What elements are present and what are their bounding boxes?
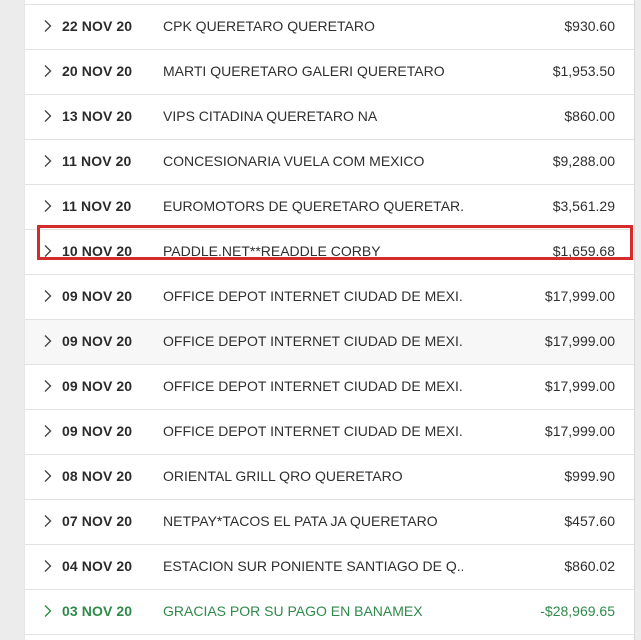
transaction-description: PADDLE.NET**READDLE CORBY	[163, 243, 381, 259]
transaction-description: GRACIAS POR SU PAGO EN BANAMEX	[163, 603, 423, 619]
transaction-date: 09 NOV 20	[62, 288, 133, 304]
transaction-row[interactable]: 03 NOV 20 GRACIAS POR SU PAGO EN BANAMEX…	[25, 590, 634, 635]
transaction-date: 09 NOV 20	[62, 423, 133, 439]
transaction-amount: $999.90	[564, 468, 615, 484]
transaction-description: VIPS CITADINA QUERETARO NA	[163, 108, 378, 124]
transaction-amount: $17,999.00	[544, 288, 615, 304]
transaction-amount: $1,953.50	[552, 63, 615, 79]
transaction-date: 03 NOV 20	[62, 603, 133, 619]
transaction-amount: $17,999.00	[544, 333, 615, 349]
transaction-date: 13 NOV 20	[62, 108, 133, 124]
transaction-description: OFFICE DEPOT INTERNET CIUDAD DE MEXI...	[163, 423, 463, 439]
transaction-row[interactable]: 22 NOV 20 CPK QUERETARO QUERETARO $930.6…	[25, 5, 634, 50]
transaction-description: EUROMOTORS DE QUERETARO QUERETAR...	[163, 198, 463, 214]
transaction-row[interactable]: 11 NOV 20 CONCESIONARIA VUELA COM MEXICO…	[25, 140, 634, 185]
transaction-amount: $17,999.00	[544, 378, 615, 394]
chevron-right-icon[interactable]	[43, 64, 53, 78]
transaction-date: 07 NOV 20	[62, 513, 133, 529]
transaction-date: 09 NOV 20	[62, 333, 133, 349]
transaction-row[interactable]: 13 NOV 20 VIPS CITADINA QUERETARO NA $86…	[25, 95, 634, 140]
transaction-description: ESTACION SUR PONIENTE SANTIAGO DE Q...	[163, 558, 463, 574]
chevron-right-icon[interactable]	[43, 559, 53, 573]
transaction-amount: $1,659.68	[552, 243, 615, 259]
chevron-right-icon[interactable]	[43, 289, 53, 303]
transaction-row[interactable]: 09 NOV 20 OFFICE DEPOT INTERNET CIUDAD D…	[25, 410, 634, 455]
chevron-right-icon[interactable]	[43, 379, 53, 393]
transaction-description: ORIENTAL GRILL QRO QUERETARO	[163, 468, 403, 484]
chevron-right-icon[interactable]	[43, 469, 53, 483]
transaction-row[interactable]: 09 NOV 20 OFFICE DEPOT INTERNET CIUDAD D…	[25, 320, 634, 365]
transaction-amount: $457.60	[564, 513, 615, 529]
transaction-date: 22 NOV 20	[62, 18, 133, 34]
transaction-date: 11 NOV 20	[62, 153, 132, 169]
transaction-amount: $3,561.29	[552, 198, 615, 214]
transaction-row[interactable]: 09 NOV 20 OFFICE DEPOT INTERNET CIUDAD D…	[25, 365, 634, 410]
chevron-right-icon[interactable]	[43, 199, 53, 213]
chevron-right-icon[interactable]	[43, 19, 53, 33]
transaction-row[interactable]: 11 NOV 20 EUROMOTORS DE QUERETARO QUERET…	[25, 185, 634, 230]
transaction-amount: $860.00	[564, 108, 615, 124]
transactions-list: 22 NOV 20 CPK QUERETARO QUERETARO $930.6…	[25, 5, 634, 635]
transaction-date: 11 NOV 20	[62, 198, 132, 214]
transaction-description: OFFICE DEPOT INTERNET CIUDAD DE MEXI...	[163, 333, 463, 349]
chevron-right-icon[interactable]	[43, 109, 53, 123]
transaction-date: 04 NOV 20	[62, 558, 133, 574]
transaction-date: 08 NOV 20	[62, 468, 133, 484]
chevron-right-icon[interactable]	[43, 154, 53, 168]
transactions-panel: 22 NOV 20 CPK QUERETARO QUERETARO $930.6…	[24, 0, 635, 640]
transaction-description: NETPAY*TACOS EL PATA JA QUERETARO	[163, 513, 438, 529]
transaction-description: CONCESIONARIA VUELA COM MEXICO	[163, 153, 425, 169]
transaction-amount: $17,999.00	[544, 423, 615, 439]
transaction-date: 09 NOV 20	[62, 378, 133, 394]
transactions-page: 22 NOV 20 CPK QUERETARO QUERETARO $930.6…	[0, 0, 641, 640]
transaction-row[interactable]: 20 NOV 20 MARTI QUERETARO GALERI QUERETA…	[25, 50, 634, 95]
transaction-row[interactable]: 04 NOV 20 ESTACION SUR PONIENTE SANTIAGO…	[25, 545, 634, 590]
transaction-amount: $860.02	[564, 558, 615, 574]
transaction-description: OFFICE DEPOT INTERNET CIUDAD DE MEXI...	[163, 288, 463, 304]
chevron-right-icon[interactable]	[43, 424, 53, 438]
chevron-right-icon[interactable]	[43, 244, 53, 258]
transaction-description: MARTI QUERETARO GALERI QUERETARO	[163, 63, 445, 79]
chevron-right-icon[interactable]	[43, 334, 53, 348]
transaction-row[interactable]: 10 NOV 20 PADDLE.NET**READDLE CORBY $1,6…	[25, 225, 634, 275]
transaction-row[interactable]: 07 NOV 20 NETPAY*TACOS EL PATA JA QUERET…	[25, 500, 634, 545]
transaction-date: 20 NOV 20	[62, 63, 133, 79]
transaction-amount: $9,288.00	[552, 153, 615, 169]
transaction-row[interactable]: 09 NOV 20 OFFICE DEPOT INTERNET CIUDAD D…	[25, 275, 634, 320]
transaction-amount: $930.60	[564, 18, 615, 34]
transaction-row[interactable]: 08 NOV 20 ORIENTAL GRILL QRO QUERETARO $…	[25, 455, 634, 500]
transaction-description: OFFICE DEPOT INTERNET CIUDAD DE MEXI...	[163, 378, 463, 394]
transaction-amount: -$28,969.65	[540, 603, 615, 619]
chevron-right-icon[interactable]	[43, 604, 53, 618]
transaction-description: CPK QUERETARO QUERETARO	[163, 18, 375, 34]
transaction-date: 10 NOV 20	[62, 243, 133, 259]
chevron-right-icon[interactable]	[43, 514, 53, 528]
